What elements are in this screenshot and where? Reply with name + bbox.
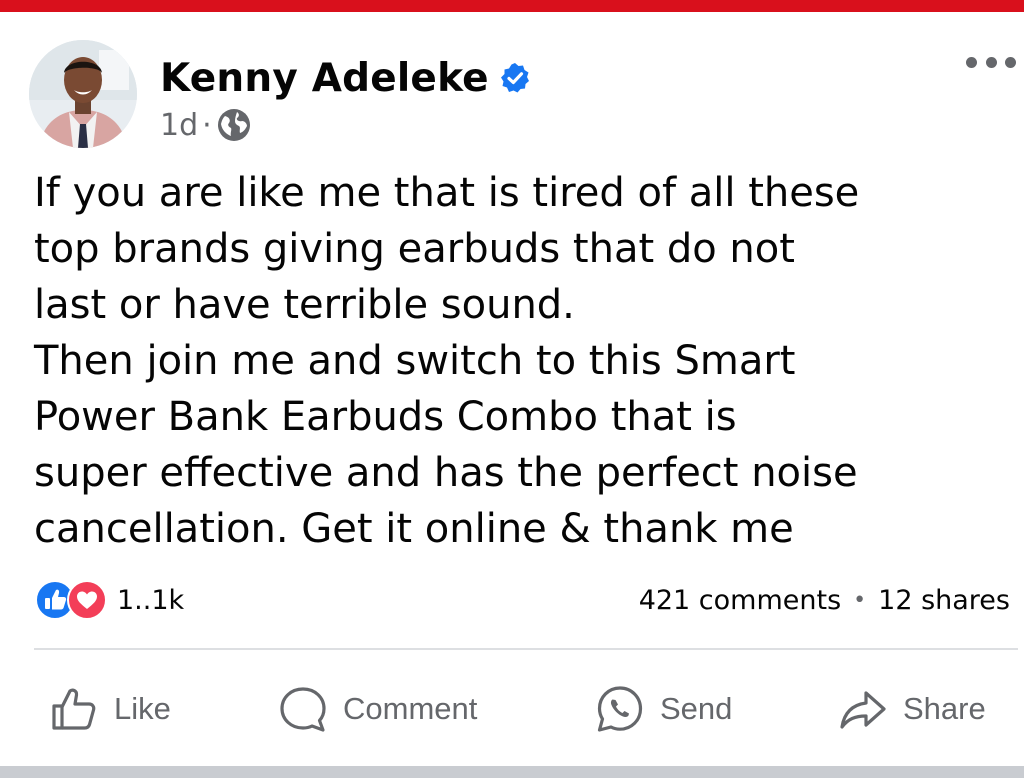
comments-count-link[interactable]: 421 comments bbox=[639, 585, 841, 616]
post-text-line: top brands giving earbuds that do not bbox=[34, 226, 795, 272]
engagement-stats: 421 comments • 12 shares bbox=[639, 580, 1010, 620]
post-time[interactable]: 1d bbox=[160, 108, 198, 143]
share-button[interactable]: Share bbox=[837, 674, 986, 744]
like-button-label: Like bbox=[114, 691, 171, 726]
whatsapp-icon bbox=[597, 686, 643, 732]
comment-button[interactable]: Comment bbox=[277, 674, 477, 744]
comment-bubble-icon bbox=[280, 687, 326, 732]
reaction-count: 1..1k bbox=[117, 584, 185, 616]
post-text-line: cancellation. Get it online & thank me bbox=[34, 506, 794, 552]
action-bar: Like Comment Send Share bbox=[34, 674, 1018, 744]
thumbs-up-icon bbox=[52, 688, 96, 730]
avatar[interactable] bbox=[29, 40, 137, 148]
verified-badge-icon bbox=[500, 63, 529, 93]
post-text-line: Power Bank Earbuds Combo that is bbox=[34, 394, 737, 440]
top-accent-bar bbox=[0, 0, 1024, 12]
meta-separator: · bbox=[202, 107, 212, 143]
comment-button-label: Comment bbox=[343, 691, 478, 726]
more-dot-icon bbox=[966, 56, 977, 68]
post-text-line: super effective and has the perfect nois… bbox=[34, 450, 858, 496]
share-arrow-icon bbox=[840, 691, 886, 729]
reactions-summary[interactable]: 1..1k bbox=[35, 580, 184, 620]
author-name[interactable]: Kenny Adeleke bbox=[160, 56, 489, 101]
shares-count-link[interactable]: 12 shares bbox=[878, 585, 1010, 616]
post-text-line: last or have terrible sound. bbox=[34, 282, 575, 328]
send-button-label: Send bbox=[660, 691, 733, 726]
post-text: If you are like me that is tired of all … bbox=[34, 165, 1019, 557]
more-options-button[interactable] bbox=[966, 50, 1016, 74]
globe-icon[interactable] bbox=[216, 107, 252, 143]
send-button[interactable]: Send bbox=[594, 674, 732, 744]
like-button[interactable]: Like bbox=[48, 674, 171, 744]
stats-separator: • bbox=[853, 587, 867, 613]
share-button-label: Share bbox=[903, 691, 986, 726]
divider bbox=[34, 648, 1018, 650]
love-reaction-icon bbox=[67, 580, 107, 620]
bottom-separator-bar bbox=[0, 766, 1024, 778]
post-text-line: If you are like me that is tired of all … bbox=[34, 170, 860, 216]
more-dot-icon bbox=[1005, 56, 1016, 68]
more-dot-icon bbox=[985, 56, 997, 68]
post-text-line: Then join me and switch to this Smart bbox=[34, 338, 796, 384]
